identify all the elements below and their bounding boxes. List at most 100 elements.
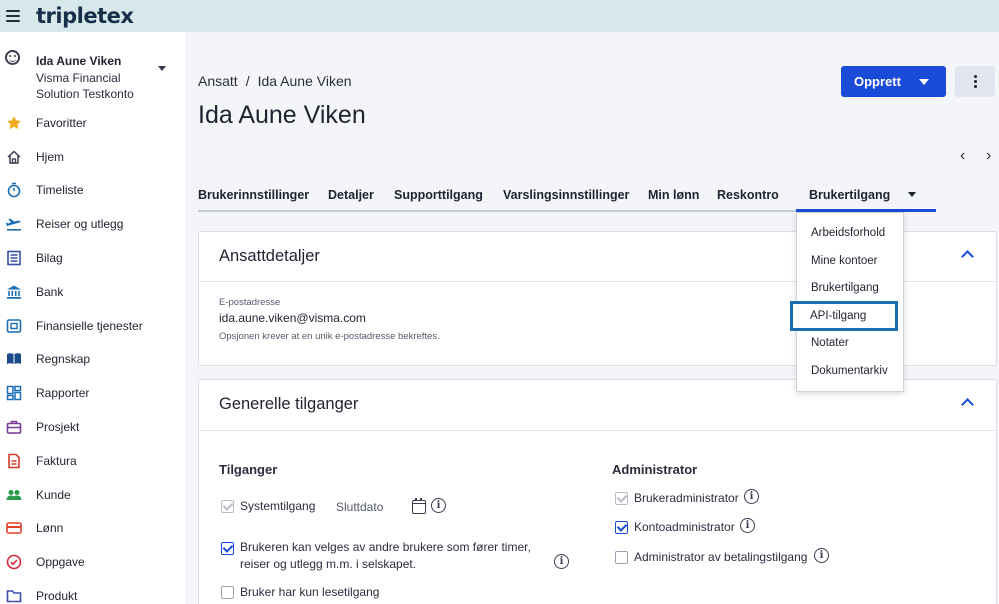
selectable-checkbox[interactable] bbox=[221, 542, 234, 555]
tab-detaljer[interactable]: Detaljer bbox=[328, 186, 394, 212]
menu-item-api-tilgang-highlight[interactable]: API-tilgang bbox=[790, 301, 898, 331]
account-admin-label: Kontoadministrator bbox=[634, 520, 735, 534]
book-icon bbox=[5, 351, 22, 368]
sidebar-item-label: Timeliste bbox=[36, 183, 84, 198]
tab-brukertilgang[interactable]: Brukertilgang bbox=[796, 186, 936, 212]
sidebar-nav: Favoritter Hjem Timeliste Reiser og utle… bbox=[0, 106, 185, 604]
info-icon[interactable]: i bbox=[554, 554, 569, 569]
briefcase-icon bbox=[5, 419, 22, 436]
caret-down-icon[interactable] bbox=[908, 192, 916, 197]
create-button[interactable]: Opprett bbox=[841, 66, 946, 97]
system-access-label: Systemtilgang bbox=[240, 499, 316, 513]
list-icon bbox=[5, 250, 22, 267]
stopwatch-icon bbox=[5, 182, 22, 199]
sidebar-item-oppgave[interactable]: Oppgave bbox=[0, 545, 185, 579]
email-value[interactable]: ida.aune.viken@visma.com bbox=[219, 311, 366, 325]
sidebar-item-label: Regnskap bbox=[36, 352, 91, 367]
caret-down-icon bbox=[919, 79, 929, 85]
email-label: E-postadresse bbox=[219, 297, 281, 308]
system-access-checkbox[interactable] bbox=[221, 500, 234, 513]
menu-icon[interactable] bbox=[6, 10, 20, 22]
caret-down-icon[interactable] bbox=[158, 66, 166, 71]
sidebar-item-label: Produkt bbox=[36, 589, 78, 604]
info-icon[interactable]: i bbox=[744, 489, 759, 504]
top-bar: tripletex bbox=[0, 0, 999, 32]
info-icon[interactable]: i bbox=[814, 548, 829, 563]
sidebar-item-label: Bank bbox=[36, 284, 64, 299]
app-logo[interactable]: tripletex bbox=[36, 4, 134, 28]
sidebar-item-label: Rapporter bbox=[36, 386, 90, 401]
general-access-card: Generelle tilganger Tilganger Systemtilg… bbox=[198, 379, 997, 604]
email-help-text: Opsjonen krever at en unik e-postadresse… bbox=[219, 331, 440, 342]
sidebar-item-label: Reiser og utlegg bbox=[36, 217, 124, 232]
divider bbox=[199, 430, 996, 431]
create-button-label: Opprett bbox=[854, 74, 901, 89]
check-circle-icon bbox=[5, 554, 22, 571]
sidebar-item-rapporter[interactable]: Rapporter bbox=[0, 376, 185, 410]
sidebar-item-label: Favoritter bbox=[36, 115, 87, 130]
payment-admin-label: Administrator av betalingstilgang bbox=[634, 550, 808, 564]
tab-reskontro[interactable]: Reskontro bbox=[717, 186, 796, 212]
bank-icon bbox=[5, 283, 22, 300]
chevron-up-icon[interactable] bbox=[961, 250, 974, 263]
tab-supporttilgang[interactable]: Supporttilgang bbox=[394, 186, 503, 212]
menu-item-notater[interactable]: Notater bbox=[811, 337, 849, 349]
sidebar-item-label: Bilag bbox=[36, 251, 63, 266]
menu-item-api-tilgang[interactable]: API-tilgang bbox=[810, 310, 866, 322]
info-icon[interactable]: i bbox=[431, 498, 446, 513]
sidebar-item-label: Finansielle tjenester bbox=[36, 318, 143, 333]
sidebar-item-label: Prosjekt bbox=[36, 420, 80, 435]
info-icon[interactable]: i bbox=[740, 518, 755, 533]
calendar-icon[interactable] bbox=[412, 498, 426, 514]
sidebar-item-label: Kunde bbox=[36, 487, 71, 502]
smiley-icon bbox=[5, 50, 20, 65]
user-admin-checkbox[interactable] bbox=[615, 492, 628, 505]
account-switcher[interactable]: Ida Aune Viken Visma Financial Solution … bbox=[0, 42, 185, 104]
admin-heading: Administrator bbox=[612, 462, 698, 477]
sidebar-item-finansielle[interactable]: Finansielle tjenester bbox=[0, 309, 185, 343]
star-icon bbox=[5, 114, 22, 131]
sidebar-item-produkt[interactable]: Produkt bbox=[0, 579, 185, 604]
sidebar-item-reiser[interactable]: Reiser og utlegg bbox=[0, 207, 185, 241]
more-options-button[interactable] bbox=[955, 66, 995, 97]
menu-item-dokumentarkiv[interactable]: Dokumentarkiv bbox=[811, 365, 888, 377]
chevron-up-icon[interactable] bbox=[961, 398, 974, 411]
sidebar-item-label: Oppgave bbox=[36, 555, 85, 570]
card-title: Generelle tilganger bbox=[219, 395, 359, 413]
sidebar: Ida Aune Viken Visma Financial Solution … bbox=[0, 32, 185, 604]
card-title: Ansattdetaljer bbox=[219, 247, 320, 265]
sidebar-item-hjem[interactable]: Hjem bbox=[0, 140, 185, 174]
sidebar-item-lonn[interactable]: Lønn bbox=[0, 512, 185, 546]
sidebar-item-timeliste[interactable]: Timeliste bbox=[0, 174, 185, 208]
menu-item-arbeidsforhold[interactable]: Arbeidsforhold bbox=[811, 227, 885, 239]
sidebar-item-kunde[interactable]: Kunde bbox=[0, 478, 185, 512]
sidebar-item-favoritter[interactable]: Favoritter bbox=[0, 106, 185, 140]
sidebar-item-faktura[interactable]: Faktura bbox=[0, 444, 185, 478]
account-name: Ida Aune Viken bbox=[36, 54, 122, 68]
sidebar-item-bank[interactable]: Bank bbox=[0, 275, 185, 309]
sidebar-item-prosjekt[interactable]: Prosjekt bbox=[0, 410, 185, 444]
account-org: Visma Financial Solution Testkonto bbox=[36, 71, 134, 101]
folder-icon bbox=[5, 588, 22, 604]
sidebar-item-regnskap[interactable]: Regnskap bbox=[0, 343, 185, 377]
next-arrow-icon[interactable]: › bbox=[986, 148, 996, 164]
breadcrumb-separator: / bbox=[245, 73, 250, 89]
tab-varslingsinnstillinger[interactable]: Varslingsinnstillinger bbox=[503, 186, 648, 212]
page-title: Ida Aune Viken bbox=[198, 101, 366, 129]
invoice-icon bbox=[5, 452, 22, 469]
tab-brukerinnstillinger[interactable]: Brukerinnstillinger bbox=[198, 186, 328, 212]
breadcrumb-parent[interactable]: Ansatt bbox=[198, 73, 238, 89]
payment-admin-checkbox[interactable] bbox=[615, 551, 628, 564]
sidebar-item-label: Faktura bbox=[36, 453, 77, 468]
read-only-label: Bruker har kun lesetilgang bbox=[240, 585, 380, 599]
previous-arrow-icon[interactable]: ‹ bbox=[960, 148, 970, 164]
sidebar-item-bilag[interactable]: Bilag bbox=[0, 241, 185, 275]
account-admin-checkbox[interactable] bbox=[615, 521, 628, 534]
menu-item-mine-kontoer[interactable]: Mine kontoer bbox=[811, 255, 877, 267]
read-only-checkbox[interactable] bbox=[221, 586, 234, 599]
end-date-label: Sluttdato bbox=[336, 500, 384, 514]
plane-icon bbox=[5, 216, 22, 233]
tab-bar: Brukerinnstillinger Detaljer Supporttilg… bbox=[198, 186, 936, 212]
menu-item-brukertilgang[interactable]: Brukertilgang bbox=[811, 282, 879, 294]
tab-min-lonn[interactable]: Min lønn bbox=[648, 186, 717, 212]
